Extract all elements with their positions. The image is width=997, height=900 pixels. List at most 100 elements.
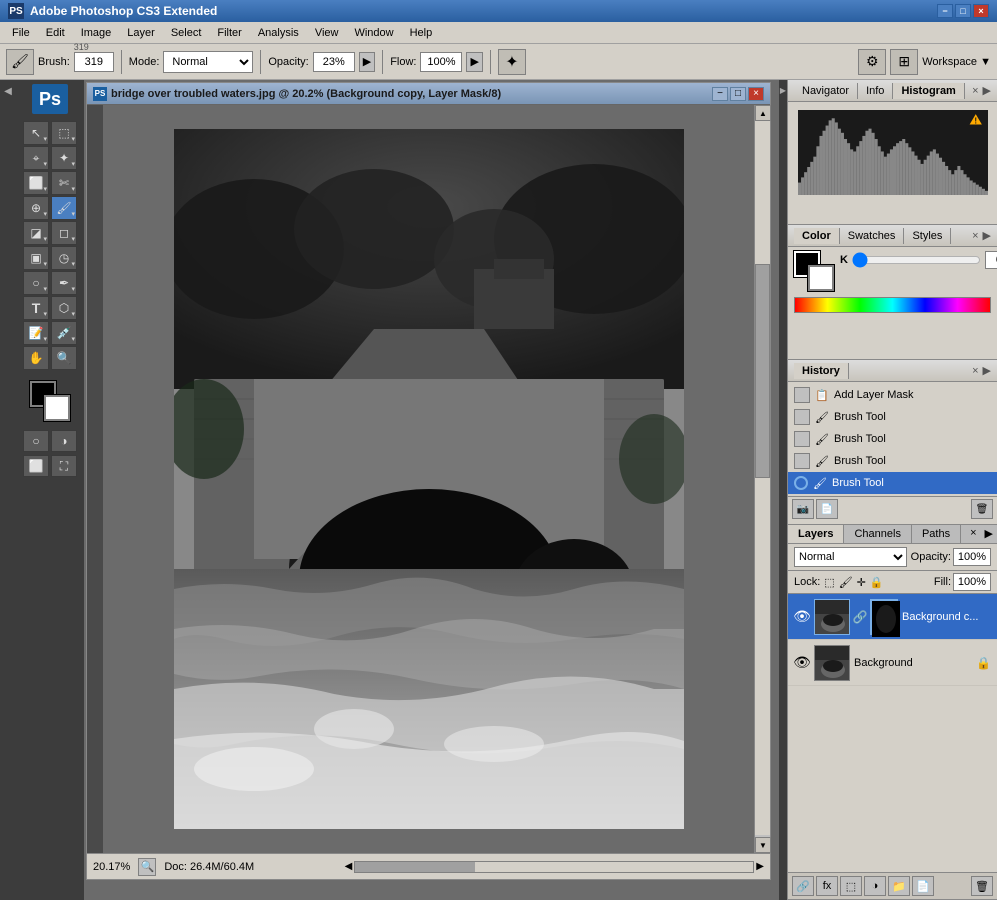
delete-layer-button[interactable]: 🗑	[971, 876, 993, 896]
canvas-image[interactable]: OceanofEXE	[174, 129, 684, 829]
tab-histogram[interactable]: Histogram	[893, 83, 964, 99]
color-close-button[interactable]: ×	[972, 230, 978, 242]
flow-input[interactable]	[420, 52, 462, 72]
create-snapshot-button[interactable]: 📷	[792, 499, 814, 519]
tab-info[interactable]: Info	[858, 83, 893, 99]
bg-color-box[interactable]	[808, 265, 834, 291]
type-tool[interactable]: T ▾	[23, 296, 49, 320]
doc-maximize-button[interactable]: □	[730, 87, 746, 101]
magic-wand-tool[interactable]: ✦ ▾	[51, 146, 77, 170]
layers-options-button[interactable]: ▶	[981, 525, 997, 543]
menu-filter[interactable]: Filter	[209, 25, 249, 41]
close-button[interactable]: ×	[973, 4, 989, 18]
minimize-button[interactable]: −	[937, 4, 953, 18]
lasso-tool[interactable]: ⌖ ▾	[23, 146, 49, 170]
doc-close-button[interactable]: ×	[748, 87, 764, 101]
history-item-brush-active[interactable]: 🖌 Brush Tool	[788, 472, 997, 494]
delete-state-button[interactable]: 🗑	[971, 499, 993, 519]
quick-mask-button[interactable]: ◑	[51, 430, 77, 452]
scroll-thumb[interactable]	[755, 264, 770, 478]
create-document-button[interactable]: 📄	[816, 499, 838, 519]
layer-eye-2[interactable]: 👁	[794, 654, 810, 671]
menu-file[interactable]: File	[4, 25, 38, 41]
shape-tool[interactable]: ⬡ ▾	[51, 296, 77, 320]
new-adjustment-button[interactable]: ◑	[864, 876, 886, 896]
workspace-label[interactable]: Workspace ▼	[922, 56, 991, 68]
tab-navigator[interactable]: Navigator	[794, 83, 858, 99]
link-layers-button[interactable]: 🔗	[792, 876, 814, 896]
opacity-input[interactable]	[313, 52, 355, 72]
menu-layer[interactable]: Layer	[119, 25, 163, 41]
lock-position-icon[interactable]: ✛	[857, 576, 866, 589]
layer-opacity-input[interactable]	[953, 548, 991, 566]
eyedropper-tool[interactable]: 💉 ▾	[51, 321, 77, 345]
color-spectrum[interactable]	[794, 297, 991, 313]
scroll-up-button[interactable]: ▲	[755, 105, 771, 121]
add-style-button[interactable]: fx	[816, 876, 838, 896]
k-slider[interactable]	[852, 255, 981, 265]
brush-tool[interactable]: 🖌 ▾	[51, 196, 77, 220]
menu-window[interactable]: Window	[346, 25, 401, 41]
history-item-add-mask[interactable]: 📋 Add Layer Mask	[788, 384, 997, 406]
layer-row-background[interactable]: 👁 Background 🔒	[788, 640, 997, 686]
new-layer-button[interactable]: 📄	[912, 876, 934, 896]
airbrush-icon[interactable]: ✦	[498, 49, 526, 75]
history-item-brush-2[interactable]: 🖌 Brush Tool	[788, 428, 997, 450]
add-mask-button[interactable]: ⬚	[840, 876, 862, 896]
blur-tool[interactable]: ◷ ▾	[51, 246, 77, 270]
doc-minimize-button[interactable]: −	[712, 87, 728, 101]
tab-layers[interactable]: Layers	[788, 525, 844, 543]
blend-mode-select[interactable]: Normal Multiply Screen	[794, 547, 907, 567]
marquee-tool[interactable]: ⬚ ▾	[51, 121, 77, 145]
history-item-brush-3[interactable]: 🖌 Brush Tool	[788, 450, 997, 472]
history-options-button[interactable]: ▶	[983, 364, 991, 377]
k-value-input[interactable]	[985, 251, 997, 269]
h-scroll-thumb[interactable]	[355, 862, 474, 872]
lock-image-icon[interactable]: 🖌	[839, 576, 853, 589]
history-close-button[interactable]: ×	[972, 365, 978, 377]
scroll-right-button[interactable]: ▶	[756, 861, 764, 873]
prefs-icon[interactable]: ⚙	[858, 49, 886, 75]
tab-styles[interactable]: Styles	[904, 228, 951, 244]
menu-select[interactable]: Select	[163, 25, 210, 41]
histogram-close-button[interactable]: ×	[972, 85, 978, 97]
brush-size-input[interactable]	[74, 52, 114, 72]
workspace-icon[interactable]: ⊞	[890, 49, 918, 75]
color-expand-button[interactable]: ▶	[983, 229, 991, 242]
full-screen-button[interactable]: ⛶	[51, 455, 77, 477]
pen-tool[interactable]: ✒ ▾	[51, 271, 77, 295]
menu-image[interactable]: Image	[73, 25, 120, 41]
lock-pixels-icon[interactable]: ⬚	[824, 576, 834, 589]
menu-edit[interactable]: Edit	[38, 25, 73, 41]
tab-color[interactable]: Color	[794, 228, 840, 244]
menu-help[interactable]: Help	[402, 25, 441, 41]
tab-history[interactable]: History	[794, 363, 849, 379]
left-collapse-button[interactable]: ◀	[0, 80, 16, 900]
notes-tool[interactable]: 📝 ▾	[23, 321, 49, 345]
brush-tool-icon[interactable]: 🖌	[6, 49, 34, 75]
background-color[interactable]	[44, 395, 70, 421]
new-group-button[interactable]: 📁	[888, 876, 910, 896]
tab-paths[interactable]: Paths	[912, 525, 961, 543]
zoom-button[interactable]: 🔍	[138, 858, 156, 876]
healing-tool[interactable]: ⊕ ▾	[23, 196, 49, 220]
history-item-brush-1[interactable]: 🖌 Brush Tool	[788, 406, 997, 428]
layer-row-background-copy[interactable]: 👁 🔗	[788, 594, 997, 640]
right-collapse-button[interactable]: ▶	[779, 80, 787, 900]
flow-arrow[interactable]: ▶	[466, 52, 482, 72]
slice-tool[interactable]: ✄ ▾	[51, 171, 77, 195]
normal-mode-button[interactable]: ○	[23, 430, 49, 452]
horizontal-scrollbar[interactable]	[354, 861, 754, 873]
eraser-tool[interactable]: ◻ ▾	[51, 221, 77, 245]
move-tool[interactable]: ↖ ▾	[23, 121, 49, 145]
scroll-down-button[interactable]: ▼	[755, 837, 771, 853]
screen-mode-button[interactable]: ⬜	[23, 455, 49, 477]
tab-swatches[interactable]: Swatches	[840, 228, 905, 244]
tab-channels[interactable]: Channels	[844, 525, 911, 543]
layers-close-button[interactable]: ×	[966, 525, 980, 543]
layer-eye-1[interactable]: 👁	[794, 608, 810, 625]
hand-tool[interactable]: ✋	[23, 346, 49, 370]
mode-select[interactable]: Normal	[163, 51, 253, 73]
crop-tool[interactable]: ⬜ ▾	[23, 171, 49, 195]
scroll-left-button[interactable]: ◀	[345, 861, 353, 873]
